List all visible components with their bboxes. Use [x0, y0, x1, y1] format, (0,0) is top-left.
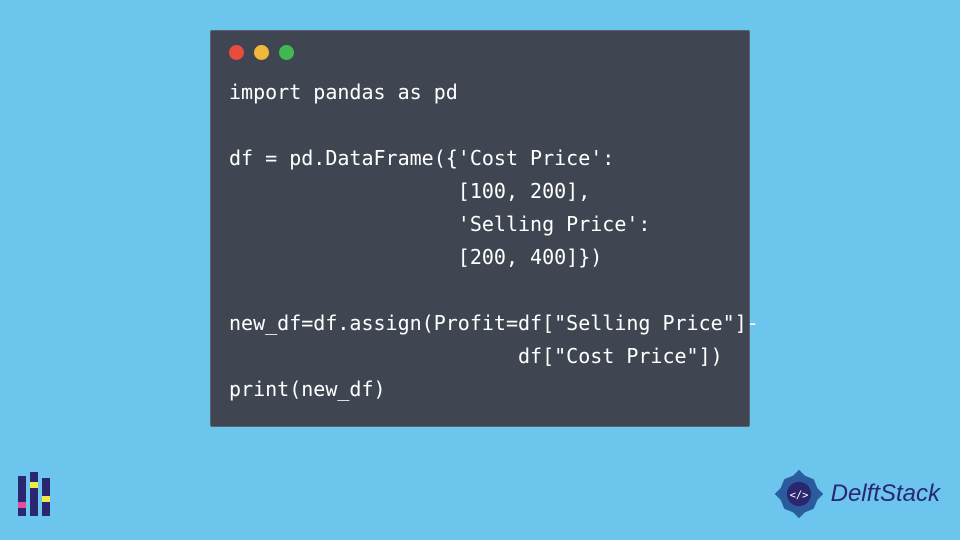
window-controls	[211, 31, 749, 70]
close-icon	[229, 45, 244, 60]
code-window: import pandas as pd df = pd.DataFrame({'…	[210, 30, 750, 427]
delftstack-badge-icon: </>	[773, 468, 825, 520]
code-block: import pandas as pd df = pd.DataFrame({'…	[211, 70, 749, 408]
svg-text:</>: </>	[789, 489, 808, 501]
minimize-icon	[254, 45, 269, 60]
pandas-logo-icon	[18, 472, 58, 516]
maximize-icon	[279, 45, 294, 60]
delftstack-logo: </> DelftStack	[773, 468, 940, 520]
brand-name: DelftStack	[831, 480, 940, 508]
